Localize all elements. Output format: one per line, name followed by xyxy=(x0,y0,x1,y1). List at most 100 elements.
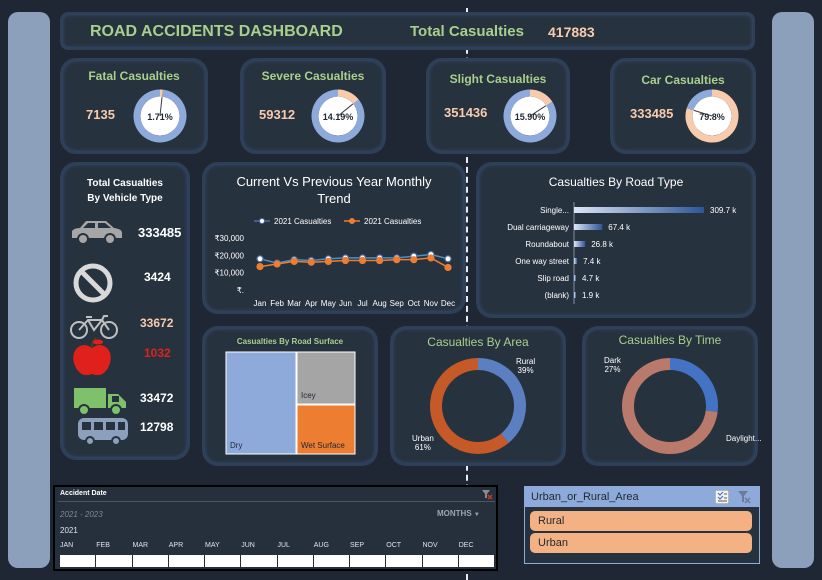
monthly-trend-chart: Current Vs Previous Year Monthly Trend 2… xyxy=(202,162,466,314)
timeline-month-cell[interactable] xyxy=(386,555,423,567)
road-type-value: 26.8 k xyxy=(591,240,614,249)
timeline-month-label: JUL xyxy=(277,542,290,549)
timeline-month-cell[interactable] xyxy=(241,555,278,567)
timeline-month-cell[interactable] xyxy=(96,555,133,567)
timeline-month-label: FEB xyxy=(96,542,110,549)
timeline-month-bar[interactable] xyxy=(60,555,495,567)
legend-label: 2021 Casualties xyxy=(364,217,421,226)
kpi-slight-value: 351436 xyxy=(444,105,488,120)
road-type-label: Single... xyxy=(540,206,569,215)
total-casualties-value: 417883 xyxy=(548,24,595,40)
x-tick-label: Jan xyxy=(254,299,267,308)
time-chart: Casualties By Time Dark 27% Daylight... xyxy=(582,326,762,466)
timeline-month-label: APR xyxy=(168,542,184,549)
kpi-fatal-pct: 1.71% xyxy=(147,112,173,122)
trend-point-series-1 xyxy=(444,255,452,263)
treemap-label: Dry xyxy=(230,441,242,450)
vehicle-bus-value: 12798 xyxy=(140,420,174,434)
slicer-item-urban[interactable]: Urban xyxy=(530,533,752,553)
y-tick-label: ₹10,000 xyxy=(214,269,244,278)
bus-icon xyxy=(78,418,128,446)
total-casualties-label: Total Casualties xyxy=(410,23,524,40)
accident-date-timeline[interactable]: Accident Date 2021 - 2023 MONTHS ▼ 2021 … xyxy=(53,485,498,571)
road-type-label: Dual carriageway xyxy=(507,223,569,232)
timeline-month-cell[interactable] xyxy=(459,555,495,567)
timeline-month-cell[interactable] xyxy=(205,555,242,567)
road-type-value: 1.9 k xyxy=(582,291,600,300)
road-type-bar xyxy=(574,224,603,230)
kpi-fatal-card: Fatal Casualties 7135 1.71% xyxy=(60,58,208,154)
timeline-title: Accident Date xyxy=(60,490,107,497)
trend-point-series-2 xyxy=(290,257,298,266)
kpi-severe-label: Severe Casualties xyxy=(261,69,365,83)
time-donut xyxy=(622,358,718,454)
trend-point-series-2 xyxy=(256,262,264,271)
donut-slice-dark xyxy=(669,358,718,413)
timeline-month-cell[interactable] xyxy=(423,555,459,567)
trend-point-series-2 xyxy=(393,256,401,264)
trend-point-series-2 xyxy=(376,256,384,265)
trend-point-series-2 xyxy=(444,263,452,272)
multi-select-icon[interactable] xyxy=(715,490,729,504)
road-type-bar xyxy=(574,241,586,247)
road-type-label: (blank) xyxy=(545,291,570,300)
kpi-car-card: Car Casualties 333485 79.8% xyxy=(610,58,756,154)
x-tick-label: Aug xyxy=(373,299,387,308)
x-tick-label: Apr xyxy=(305,299,318,308)
header-bar: ROAD ACCIDENTS DASHBOARD Total Casualtie… xyxy=(60,12,755,50)
x-tick-label: Oct xyxy=(408,299,421,308)
timeline-year: 2021 xyxy=(60,526,78,535)
trend-line-series-2 xyxy=(259,257,449,269)
x-tick-label: Jul xyxy=(357,299,367,308)
legend-swatch-marker xyxy=(349,218,355,224)
slicer-item-rural-label: Rural xyxy=(538,515,565,527)
x-tick-label: Nov xyxy=(424,299,438,308)
clear-filter-icon[interactable] xyxy=(481,489,493,500)
kpi-car-pct: 79.8% xyxy=(699,112,725,122)
area-label-rural: Rural 39% xyxy=(516,357,536,375)
timeline-month-cell[interactable] xyxy=(169,555,205,567)
kpi-fatal-label: Fatal Casualties xyxy=(88,69,180,83)
y-tick-label: ₹. xyxy=(237,286,244,295)
y-tick-label: ₹20,000 xyxy=(214,251,244,260)
x-tick-label: Feb xyxy=(270,299,284,308)
road-type-bar xyxy=(574,275,576,281)
trend-point-series-2 xyxy=(324,257,332,266)
timeline-month-cell[interactable] xyxy=(278,555,314,567)
kpi-slight-pct: 15.90% xyxy=(514,112,546,122)
area-label-urban: Urban 61% xyxy=(412,434,434,452)
road-type-plot: Single... 309.7 k Dual carriageway 67.4 k Ro… xyxy=(507,202,737,304)
vehicle-other-value: 3424 xyxy=(144,270,171,284)
kpi-severe-value: 59312 xyxy=(259,107,296,122)
road-type-label: One way street xyxy=(515,257,570,266)
road-type-value: 7.4 k xyxy=(583,257,601,266)
trend-point-series-2 xyxy=(307,258,315,266)
trend-plot: 2021 Casualties 2021 Casualties ₹. ₹10,000 ₹… xyxy=(214,217,455,308)
timeline-month-label: NOV xyxy=(422,542,438,549)
left-side-panel xyxy=(8,12,50,568)
road-surface-chart: Casualties By Road Surface Dry Icey Wet Su… xyxy=(202,326,378,466)
timeline-month-cell[interactable] xyxy=(314,555,350,567)
clear-slicer-filter-icon[interactable] xyxy=(737,490,751,504)
slicer-item-rural[interactable]: Rural xyxy=(530,511,752,531)
timeline-level-selector[interactable]: MONTHS ▼ xyxy=(437,509,480,518)
road-type-bar xyxy=(574,292,576,298)
timeline-month-cell[interactable] xyxy=(133,555,169,567)
treemap-label: Icey xyxy=(301,391,316,400)
timeline-month-cell[interactable] xyxy=(350,555,387,567)
car-icon xyxy=(72,221,122,245)
vehicle-truck-value: 33472 xyxy=(140,391,174,405)
x-tick-label: Jun xyxy=(339,299,352,308)
truck-icon xyxy=(74,388,126,416)
road-type-value: 67.4 k xyxy=(608,223,631,232)
legend-swatch-marker xyxy=(259,218,265,224)
timeline-month-label: DEC xyxy=(458,542,474,549)
kpi-fatal-value: 7135 xyxy=(86,107,115,122)
timeline-month-label: MAR xyxy=(132,542,149,549)
road-type-label: Roundabout xyxy=(525,240,569,249)
vehicle-apple-value: 1032 xyxy=(144,346,171,360)
timeline-month-label: OCT xyxy=(386,542,402,549)
timeline-month-label: MAY xyxy=(205,542,220,549)
timeline-month-cell[interactable] xyxy=(60,555,97,567)
kpi-severe-card: Severe Casualties 59312 14.19% xyxy=(240,58,386,154)
